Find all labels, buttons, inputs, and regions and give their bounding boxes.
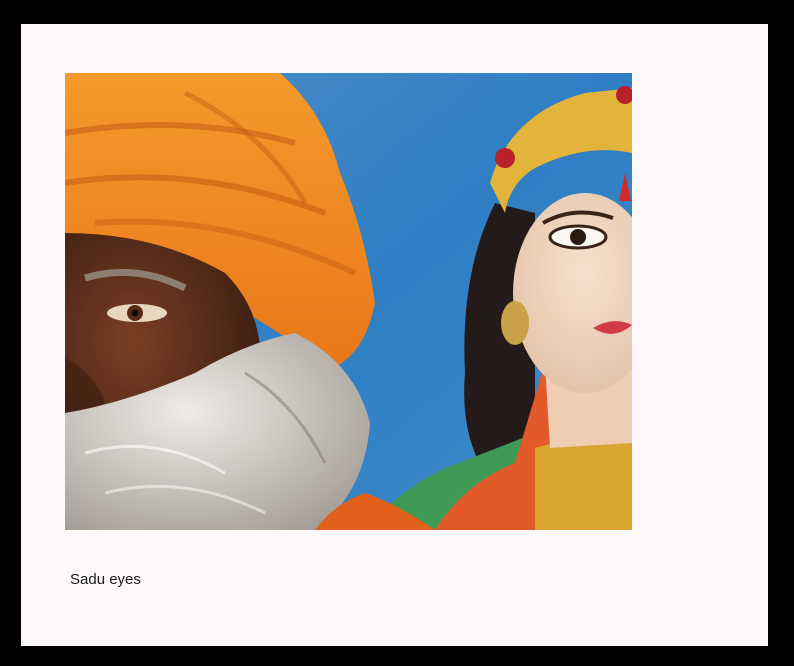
goddess-earring: [501, 301, 529, 345]
goddess-necklace: [535, 436, 632, 530]
crown-jewel: [495, 148, 515, 168]
photo-illustration: [65, 73, 632, 530]
photo-caption: Sadu eyes: [70, 571, 141, 588]
goddess-pupil: [570, 229, 586, 245]
photo: [65, 73, 632, 530]
photo-mat: Sadu eyes: [21, 24, 768, 646]
sadhu-pupil: [131, 309, 139, 317]
